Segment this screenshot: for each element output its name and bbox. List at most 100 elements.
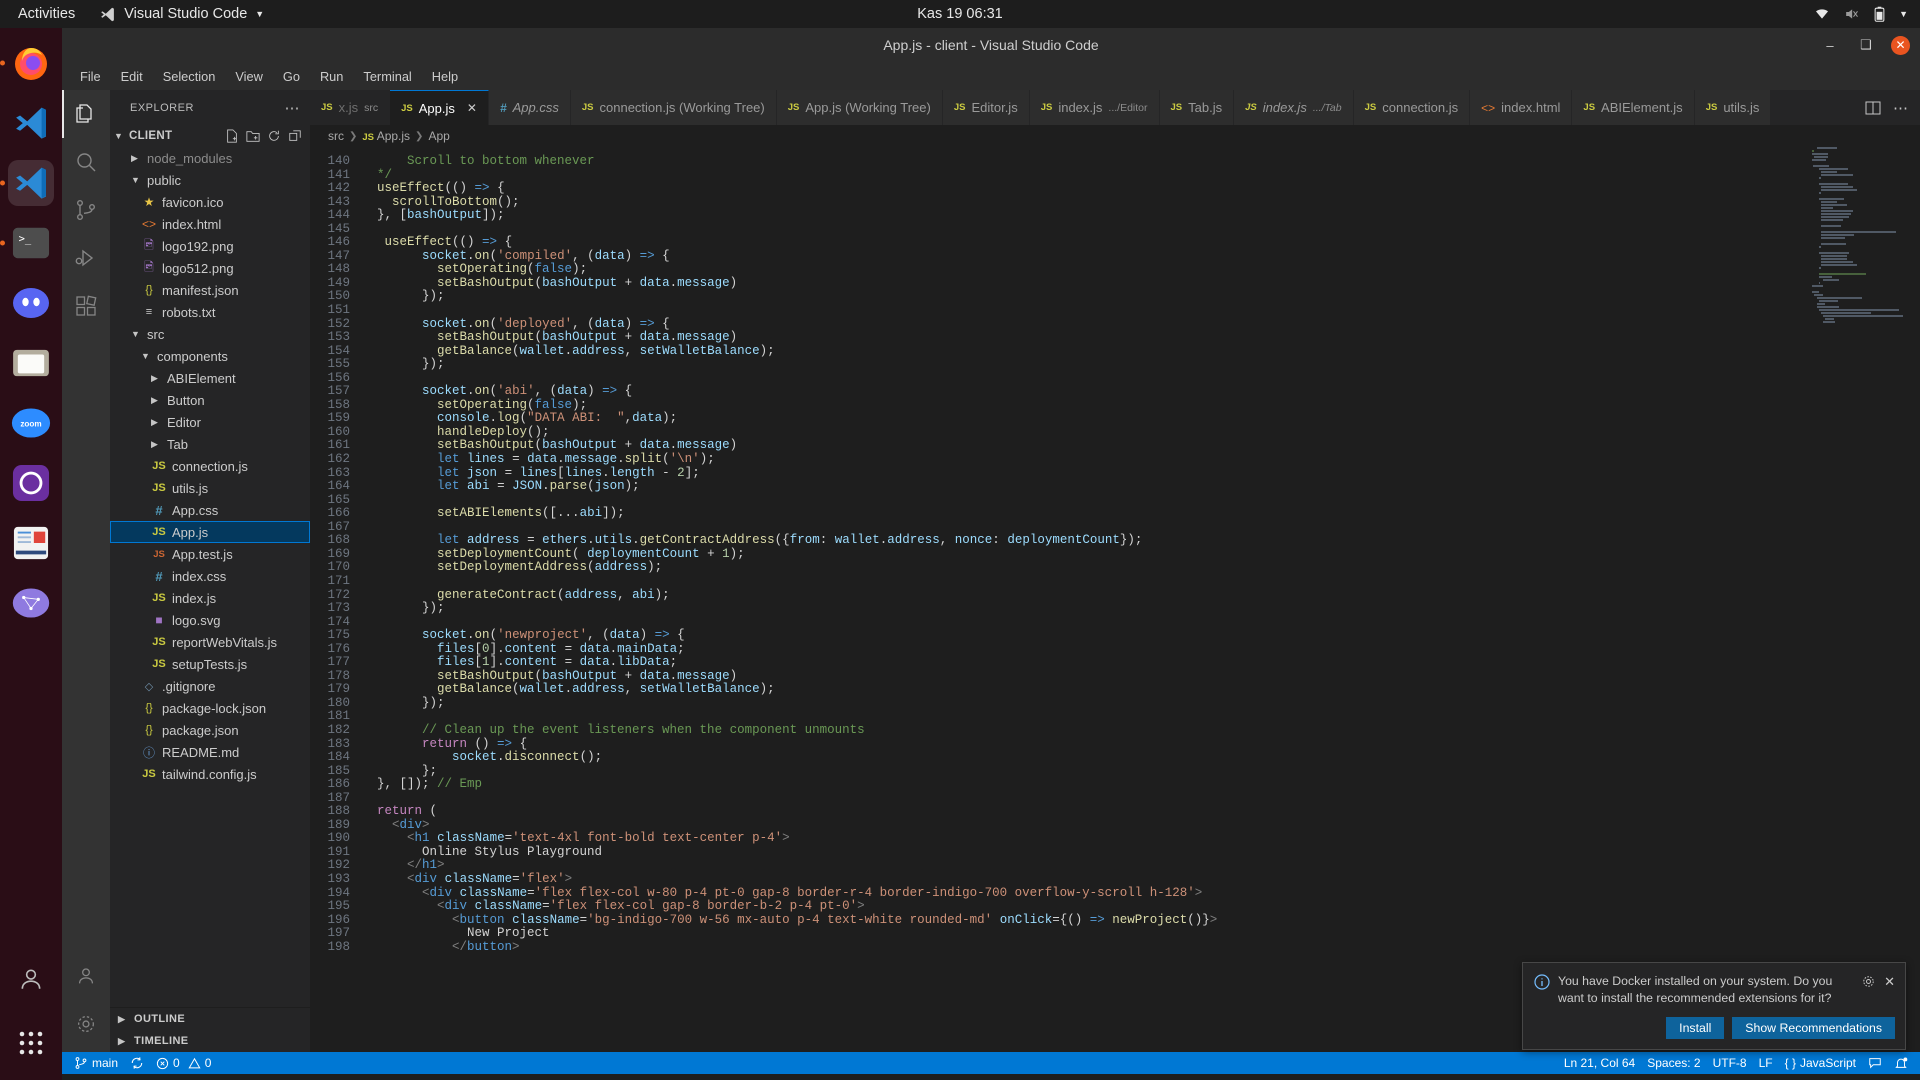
code-line[interactable]: </h1> <box>362 859 1920 873</box>
tree-file-App.js[interactable]: JS App.js <box>110 521 310 543</box>
code-content[interactable]: Scroll to bottom whenever */ useEffect((… <box>362 147 1920 1052</box>
clock[interactable]: Kas 19 06:31 <box>917 6 1002 22</box>
tree-file-favicon.ico[interactable]: ★ favicon.ico <box>110 191 310 213</box>
explorer-actions[interactable] <box>225 129 302 143</box>
tree-file-utils.js[interactable]: JS utils.js <box>110 477 310 499</box>
code-line[interactable]: // Clean up the event listeners when the… <box>362 723 1920 738</box>
tree-file-logo.svg[interactable]: ■ logo.svg <box>110 609 310 631</box>
show-applications-button[interactable] <box>8 1020 54 1066</box>
menu-file[interactable]: File <box>71 66 110 87</box>
menu-view[interactable]: View <box>226 66 272 87</box>
chevron-right-icon[interactable]: ▶ <box>131 153 142 164</box>
editor-tabbar-actions[interactable]: ⋯ <box>1853 90 1920 125</box>
code-line[interactable]: scrollToBottom(); <box>362 195 1920 210</box>
tree-file-index.css[interactable]: # index.css <box>110 565 310 587</box>
code-line[interactable]: let lines = data.message.split('\n'); <box>362 452 1920 467</box>
collapse-all-icon[interactable] <box>288 129 302 143</box>
notification-actions[interactable]: ✕ <box>1861 973 1895 1007</box>
code-line[interactable]: }); <box>362 601 1920 616</box>
code-line[interactable]: setBashOutput(bashOutput + data.message) <box>362 330 1920 345</box>
file-tree[interactable]: ▶ node_modules ▼ public ★ favicon.ico <> index.… <box>110 147 310 1007</box>
menu-selection[interactable]: Selection <box>154 66 225 87</box>
code-line[interactable] <box>362 223 1920 237</box>
code-line[interactable]: <div className='flex flex-col gap-8 bord… <box>362 899 1920 914</box>
status-language-mode[interactable]: { } JavaScript <box>1779 1052 1862 1074</box>
dock-item-vscode-window[interactable] <box>8 160 54 206</box>
chevron-down-icon[interactable]: ▼ <box>131 329 142 339</box>
code-line[interactable]: socket.disconnect(); <box>362 750 1920 765</box>
menu-help[interactable]: Help <box>423 66 467 87</box>
show-recommendations-button[interactable]: Show Recommendations <box>1732 1017 1895 1039</box>
code-line[interactable]: <div className='flex flex-col w-80 p-4 p… <box>362 886 1920 901</box>
tree-folder-Button[interactable]: ▶ Button <box>110 389 310 411</box>
code-line[interactable]: setDeploymentAddress(address); <box>362 561 1920 575</box>
editor-tab-utils.js[interactable]: JS utils.js <box>1694 90 1772 125</box>
editor-tab-index.js[interactable]: JS index.js .../Editor <box>1029 90 1160 125</box>
code-line[interactable] <box>362 792 1920 806</box>
code-line[interactable]: getBalance(wallet.address, setWalletBala… <box>362 683 1920 697</box>
code-line[interactable]: socket.on('deployed', (data) => { <box>362 317 1920 332</box>
activities-button[interactable]: Activities <box>0 6 89 22</box>
code-line[interactable]: return ( <box>362 804 1920 819</box>
code-line[interactable]: Scroll to bottom whenever <box>362 154 1920 169</box>
status-feedback[interactable] <box>1862 1052 1888 1074</box>
tree-folder-components[interactable]: ▼ components <box>110 345 310 367</box>
dock-item-github-desktop[interactable] <box>8 460 54 506</box>
tree-file-index.html[interactable]: <> index.html <box>110 213 310 235</box>
code-line[interactable]: }; <box>362 764 1920 779</box>
editor-tab-editor.js[interactable]: JS Editor.js <box>942 90 1030 125</box>
code-line[interactable]: <button className='bg-indigo-700 w-56 mx… <box>362 913 1920 928</box>
editor-tab-bar[interactable]: JS x.js src JS App.js ✕ # App.css JS connection.j… <box>310 90 1920 125</box>
editor-tab-app.css[interactable]: # App.css <box>488 90 571 125</box>
code-line[interactable]: return () => { <box>362 737 1920 752</box>
dock-item-zoom[interactable]: zoom <box>8 400 54 446</box>
new-file-icon[interactable] <box>225 129 239 143</box>
dock-item-network-app[interactable] <box>8 580 54 626</box>
folder-header-client[interactable]: ▼ CLIENT <box>110 125 310 147</box>
code-line[interactable]: socket.on('newproject', (data) => { <box>362 628 1920 643</box>
status-indentation[interactable]: Spaces: 2 <box>1641 1052 1706 1074</box>
editor-tab-abielement.js[interactable]: JS ABIElement.js <box>1572 90 1695 125</box>
close-button[interactable]: ✕ <box>1891 35 1910 55</box>
code-line[interactable]: useEffect(() => { <box>362 236 1920 250</box>
dock-item-files[interactable] <box>8 340 54 386</box>
editor-tab-index.js[interactable]: JS index.js .../Tab <box>1234 90 1354 125</box>
code-line[interactable]: getBalance(wallet.address, setWalletBala… <box>362 344 1920 359</box>
chevron-down-icon[interactable]: ▼ <box>141 351 152 361</box>
menu-run[interactable]: Run <box>311 66 352 87</box>
breadcrumb-item-0[interactable]: src <box>328 129 344 143</box>
tree-file-App.test.js[interactable]: JS App.test.js <box>110 543 310 565</box>
dock-item-firefox[interactable] <box>8 40 54 86</box>
code-line[interactable]: socket.on('compiled', (data) => { <box>362 249 1920 264</box>
code-line[interactable] <box>362 372 1920 386</box>
tree-file-setupTests.js[interactable]: JS setupTests.js <box>110 653 310 675</box>
dock-item-user-account[interactable] <box>8 956 54 1002</box>
code-line[interactable]: setABIElements([...abi]); <box>362 506 1920 521</box>
code-line[interactable]: handleDeploy(); <box>362 425 1920 440</box>
tree-file-.gitignore[interactable]: ◇ .gitignore <box>110 675 310 697</box>
tree-file-logo192.png[interactable]: 🖻 logo192.png <box>110 235 310 257</box>
dock-item-terminal[interactable]: >_ <box>8 220 54 266</box>
code-line[interactable]: setBashOutput(bashOutput + data.message) <box>362 276 1920 291</box>
code-line[interactable]: }); <box>362 696 1920 711</box>
code-line[interactable]: New Project <box>362 926 1920 941</box>
editor-tab-x.js[interactable]: JS x.js src <box>310 90 391 125</box>
chevron-right-icon[interactable]: ▶ <box>151 395 162 406</box>
status-notifications[interactable] <box>1888 1052 1914 1074</box>
code-line[interactable]: let address = ethers.utils.getContractAd… <box>362 534 1920 548</box>
tree-file-reportWebVitals.js[interactable]: JS reportWebVitals.js <box>110 631 310 653</box>
code-line[interactable]: let abi = JSON.parse(json); <box>362 479 1920 494</box>
code-line[interactable] <box>362 521 1920 535</box>
editor-tab-connection.js--working-tree-[interactable]: JS connection.js (Working Tree) <box>570 90 777 125</box>
code-line[interactable]: setBashOutput(bashOutput + data.message) <box>362 669 1920 684</box>
tree-folder-node_modules[interactable]: ▶ node_modules <box>110 147 310 169</box>
code-editor[interactable]: 140 141 142 143 144 145 146 147 148 149 150 151 152 1… <box>310 147 1920 1052</box>
tree-folder-Tab[interactable]: ▶ Tab <box>110 433 310 455</box>
maximize-button[interactable]: ❑ <box>1855 34 1877 56</box>
code-line[interactable]: */ <box>362 168 1920 183</box>
tree-file-index.js[interactable]: JS index.js <box>110 587 310 609</box>
new-folder-icon[interactable] <box>246 129 260 143</box>
activity-search[interactable] <box>62 138 110 186</box>
tree-file-manifest.json[interactable]: {} manifest.json <box>110 279 310 301</box>
tree-file-connection.js[interactable]: JS connection.js <box>110 455 310 477</box>
